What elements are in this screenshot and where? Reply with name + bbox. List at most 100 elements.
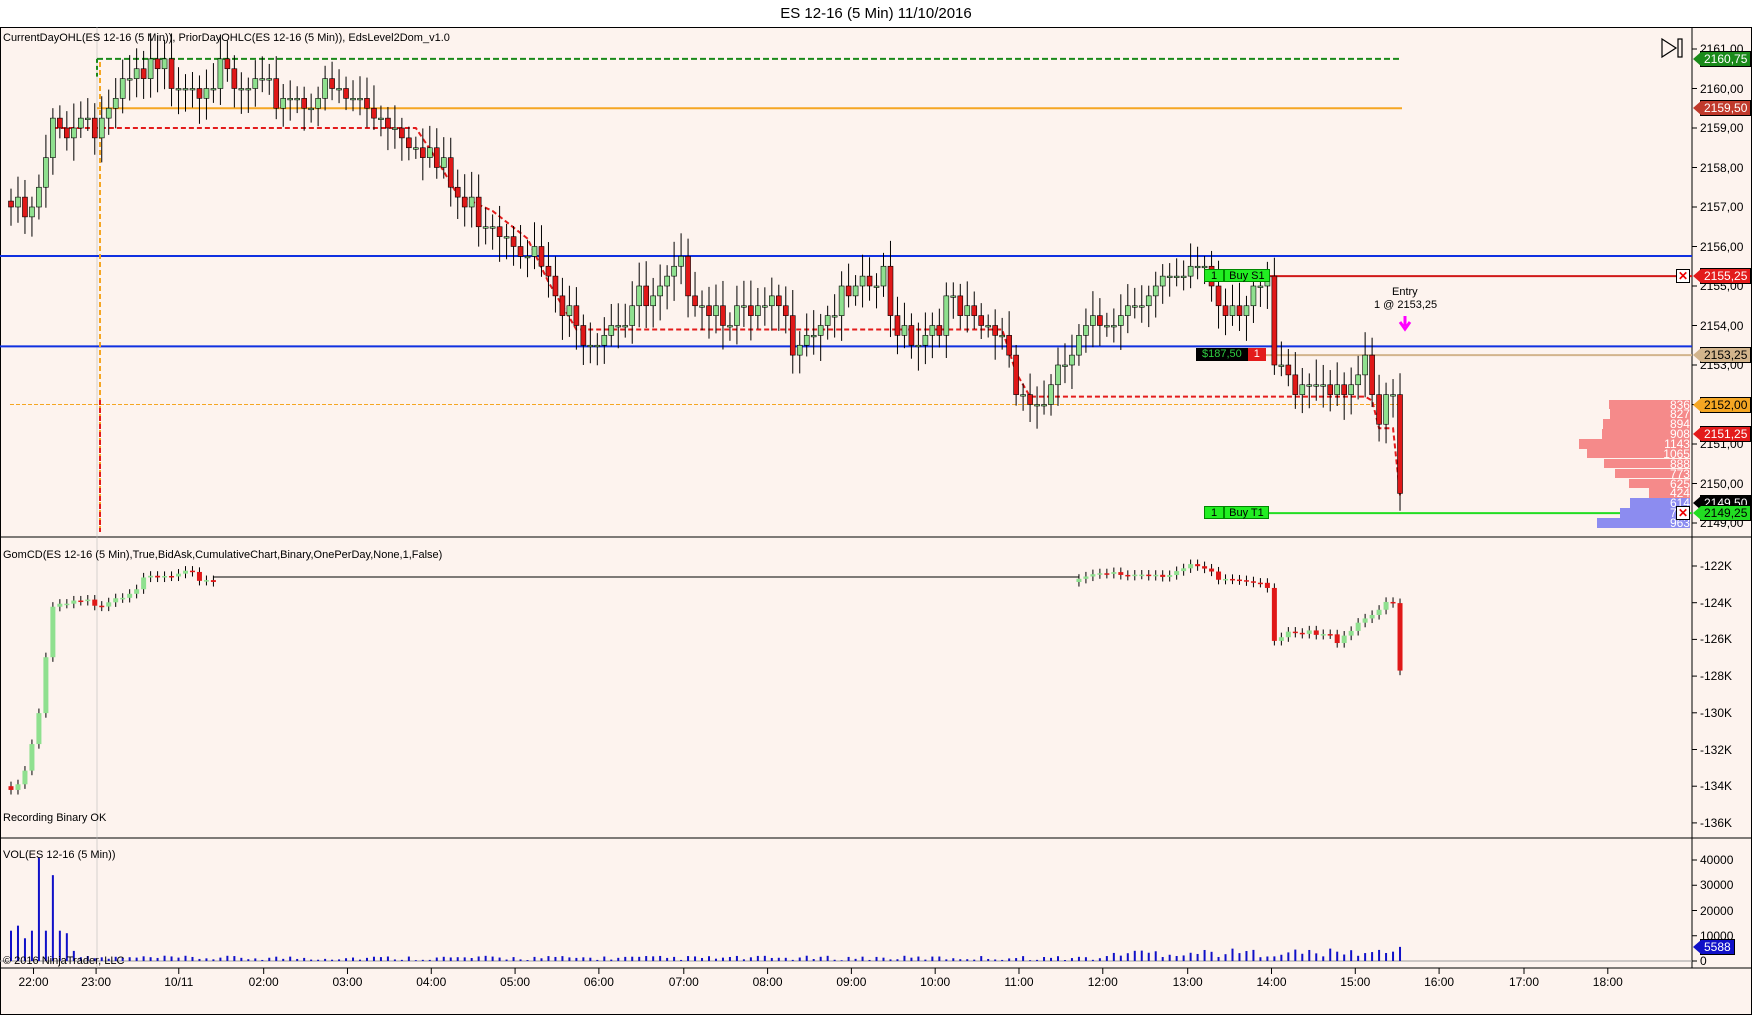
delta-bar-up xyxy=(183,570,188,574)
delta-bar-up xyxy=(1355,622,1361,631)
price-tag: 2149,25 xyxy=(1692,505,1752,522)
candle-down xyxy=(580,325,587,346)
delta-bar-down xyxy=(169,575,175,578)
candle-up xyxy=(43,157,49,188)
candle-up xyxy=(1355,374,1361,386)
candle-down xyxy=(406,137,412,149)
stop-order-qty: 1 xyxy=(1204,269,1225,283)
candle-down xyxy=(1285,364,1292,376)
candle-down xyxy=(454,186,461,198)
time-tick-label: 09:00 xyxy=(836,975,867,989)
candle-down xyxy=(936,325,943,336)
candle-down xyxy=(301,98,307,109)
candle-up xyxy=(678,256,684,267)
dom-ask-level: 424 xyxy=(1648,488,1690,498)
volume-bar xyxy=(359,959,361,961)
candle-up xyxy=(1250,285,1257,307)
volume-tick-label: 0 xyxy=(1700,954,1707,968)
position-marker[interactable]: $187,50 1 xyxy=(1196,348,1266,362)
candle-down xyxy=(343,88,349,99)
go-to-end-icon[interactable] xyxy=(1660,37,1684,59)
volume-bar xyxy=(645,956,648,961)
candle-up xyxy=(245,88,252,91)
candle-down xyxy=(573,305,580,326)
candle-up xyxy=(831,315,838,318)
volume-bar xyxy=(917,956,920,961)
volume-bar xyxy=(847,956,850,961)
candle-down xyxy=(971,305,978,316)
delta-bar-down xyxy=(99,605,105,608)
volume-bar xyxy=(1315,953,1318,961)
volume-tick-label: 20000 xyxy=(1700,903,1734,918)
delta-bar-up xyxy=(141,577,147,590)
candle-down xyxy=(887,265,894,316)
candle-up xyxy=(1313,384,1320,387)
volume-bar xyxy=(1308,949,1311,961)
volume-bar xyxy=(1343,954,1346,961)
price-tag: 2152,00 xyxy=(1692,396,1752,413)
candle-up xyxy=(824,315,831,326)
volume-bar xyxy=(303,957,306,961)
volume-bar xyxy=(987,958,990,961)
candle-up xyxy=(671,265,677,277)
volume-bar xyxy=(512,957,515,961)
delta-bar-up xyxy=(1174,571,1180,576)
volume-bar xyxy=(324,958,327,961)
delta-bar-up xyxy=(134,589,140,594)
volume-bar xyxy=(1057,956,1059,961)
volume-bar xyxy=(37,857,40,961)
volume-bar xyxy=(659,955,662,961)
candle-down xyxy=(775,295,782,307)
candle-down xyxy=(1292,374,1299,395)
delta-bar-up xyxy=(1139,574,1145,577)
cancel-target-icon[interactable]: ✕ xyxy=(1676,506,1690,520)
candle-up xyxy=(852,285,859,297)
time-tick-label: 16:00 xyxy=(1424,975,1455,989)
candle-up xyxy=(133,68,140,79)
candle-up xyxy=(147,58,154,79)
delta-bar-up xyxy=(29,744,35,771)
candle-up xyxy=(1194,265,1201,269)
volume-bar xyxy=(624,956,627,961)
volume-bar xyxy=(372,956,375,961)
volume-bar xyxy=(1043,957,1046,961)
cancel-stop-icon[interactable]: ✕ xyxy=(1676,269,1690,283)
candle-down xyxy=(385,117,391,129)
candle-down xyxy=(1097,315,1103,326)
volume-bar xyxy=(833,959,836,961)
volume-bar xyxy=(533,956,536,961)
candle-up xyxy=(350,98,356,101)
candle-up xyxy=(1111,325,1117,328)
stop-order-buy-s1[interactable]: 1 Buy S1 xyxy=(1204,269,1270,283)
candle-down xyxy=(371,107,377,119)
candle-up xyxy=(1334,384,1340,395)
delta-tick-label: -128K xyxy=(1700,669,1733,684)
volume-bar xyxy=(1329,948,1332,961)
volume-bar xyxy=(1287,952,1290,961)
volume-bar xyxy=(770,957,773,961)
candle-down xyxy=(692,295,698,307)
candle-down xyxy=(64,127,70,139)
candle-up xyxy=(392,127,398,130)
candle-down xyxy=(845,285,852,297)
candle-down xyxy=(545,265,552,277)
candle-up xyxy=(803,335,810,346)
volume-bar xyxy=(317,959,320,961)
candle-up xyxy=(950,295,957,298)
volume-bar xyxy=(896,959,899,961)
volume-bar xyxy=(1070,958,1073,961)
delta-bar-up xyxy=(1083,576,1089,579)
target-order-buy-t1[interactable]: 1 Buy T1 xyxy=(1204,506,1269,520)
volume-tick-label: 40000 xyxy=(1700,853,1734,867)
candle-up xyxy=(810,335,817,338)
volume-bar xyxy=(1119,955,1122,961)
volume-bar xyxy=(135,957,138,961)
price-tag: 2151,25 xyxy=(1692,426,1752,443)
price-tag: 2160,75 xyxy=(1692,50,1752,67)
volume-bar xyxy=(812,959,815,961)
volume-bar xyxy=(170,956,173,961)
volume-bar xyxy=(687,956,690,961)
chart-canvas[interactable] xyxy=(0,0,1752,1015)
candle-down xyxy=(894,315,901,336)
volume-bar xyxy=(1161,957,1164,961)
